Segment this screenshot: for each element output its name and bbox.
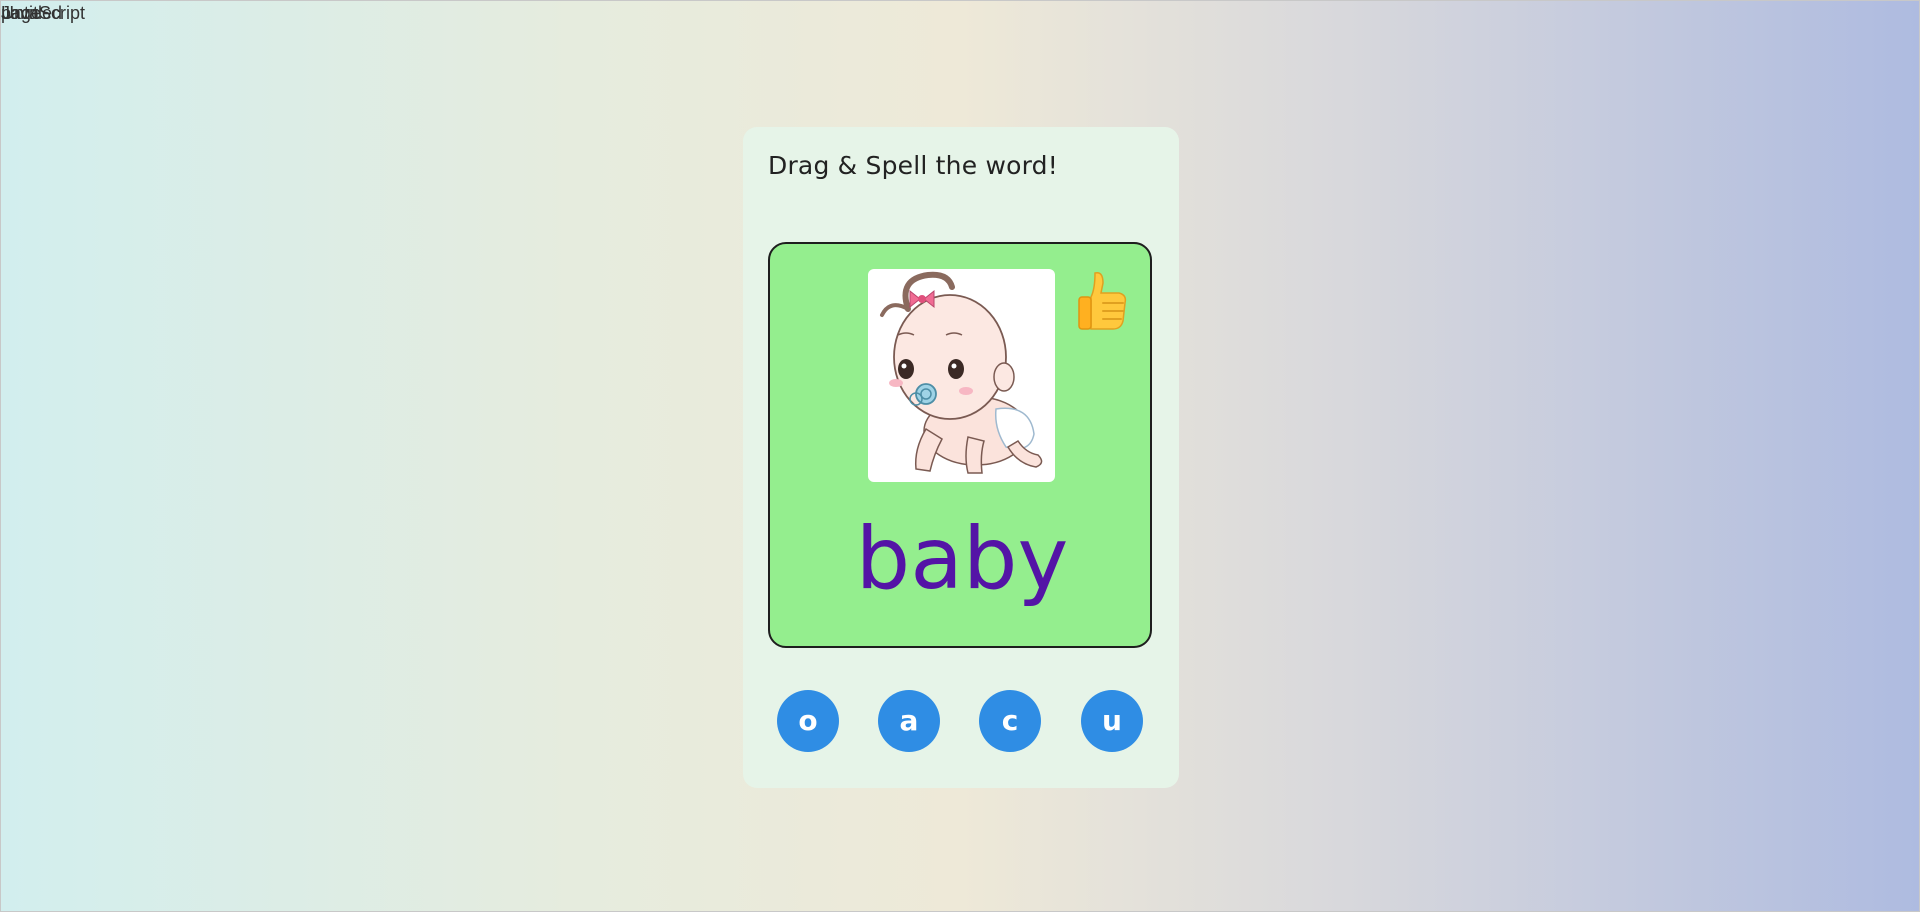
letter-tile-c[interactable]: c [979,690,1041,752]
overlapping-tab-labels: Untitled page JavaScript [1,1,121,25]
thumbs-up-icon [1073,269,1131,333]
target-word: baby [855,509,1069,609]
letter-tile-o[interactable]: o [777,690,839,752]
letter-tile-u[interactable]: u [1081,690,1143,752]
letter-tiles: o a c u [743,690,1179,754]
word-card: baby [768,242,1152,648]
baby-picture [868,269,1055,482]
header-label-3: JavaScript [1,3,86,23]
crawling-baby-illustration [880,271,1043,474]
letter-tile-a[interactable]: a [878,690,940,752]
game-panel: Drag & Spell the word! baby o a c u [743,127,1179,788]
instruction-text: Drag & Spell the word! [768,151,1058,180]
